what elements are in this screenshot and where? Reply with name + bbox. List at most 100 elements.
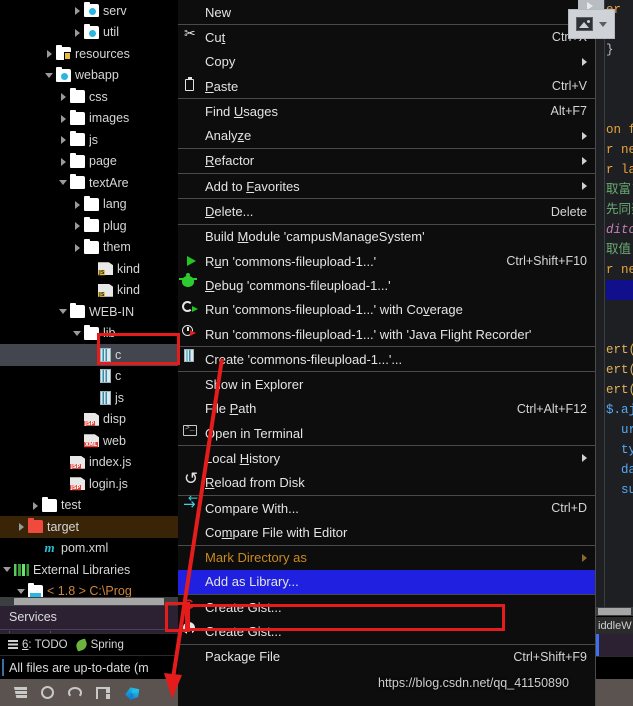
menu-item-create-commons-fileupload-1[interactable]: Create 'commons-fileupload-1...'... [178, 347, 595, 371]
chevron-right-icon[interactable] [16, 521, 27, 532]
menu-item-copy[interactable]: Copy [178, 50, 595, 74]
editor-line-row[interactable]: ert( [606, 360, 633, 380]
project-tree[interactable]: serv util resources webapp css images js page te… [0, 0, 178, 600]
chevron-down-icon[interactable] [58, 306, 69, 317]
menu-item-delete[interactable]: Delete... Delete [178, 199, 595, 223]
menu-item-build-module-campusmanagesystem[interactable]: Build Module 'campusManageSystem' [178, 225, 595, 249]
tree-item-disp[interactable]: JSP disp [0, 409, 178, 431]
tree-item-webapp[interactable]: webapp [0, 65, 178, 87]
tree-item-index-js[interactable]: JSP index.js [0, 452, 178, 474]
tree-item-pom-xml[interactable]: m pom.xml [0, 538, 178, 560]
chevron-right-icon[interactable] [72, 199, 83, 210]
code-editor[interactable]: er}on fr ner la取富フ先同発ditor取值r neert(ert(… [596, 0, 633, 607]
editor-line-row[interactable]: ert( [606, 340, 633, 360]
menu-item-reload-from-disk[interactable]: Reload from Disk [178, 469, 595, 495]
editor-line-row[interactable]: ert( [606, 380, 633, 400]
editor-line-row[interactable]: su [606, 480, 633, 500]
tree-item-serv[interactable]: serv [0, 0, 178, 22]
tree-item-test[interactable]: test [0, 495, 178, 517]
menu-item-refactor[interactable]: Refactor [178, 149, 595, 173]
editor-code-lines[interactable]: er}on fr ner la取富フ先同発ditor取值r neert(ert(… [606, 0, 633, 500]
chevron-right-icon[interactable] [58, 113, 69, 124]
menu-item-find-usages[interactable]: Find Usages Alt+F7 [178, 99, 595, 123]
context-menu[interactable]: New CutCtrl+X Copy Paste Ctrl+V Find Usages Al… [178, 0, 596, 706]
chevron-down-icon[interactable] [16, 586, 27, 597]
task-view-icon[interactable] [96, 686, 110, 699]
editor-line-row[interactable]: 取富フ [606, 180, 633, 200]
editor-line-row[interactable]: ty [606, 440, 633, 460]
menu-item-package-file[interactable]: Package File Ctrl+Shift+F9 [178, 645, 595, 669]
tool-window-todo[interactable]: 6: TODO [8, 639, 68, 651]
chevron-right-icon[interactable] [30, 500, 41, 511]
editor-line-row[interactable]: r la [606, 160, 633, 180]
tree-item-kind[interactable]: JS kind [0, 280, 178, 302]
tree-item-lang[interactable]: lang [0, 194, 178, 216]
search-icon[interactable] [41, 686, 54, 699]
menu-item-local-history[interactable]: Local History [178, 446, 595, 470]
menu-item-analyze[interactable]: Analyze [178, 123, 595, 147]
chevron-right-icon[interactable] [72, 220, 83, 231]
tree-item-js[interactable]: js [0, 387, 178, 409]
tree-item-textare[interactable]: textAre [0, 172, 178, 194]
tool-window-spring[interactable]: Spring [74, 637, 124, 652]
editor-line-row[interactable] [606, 60, 633, 80]
chevron-down-icon[interactable] [2, 564, 13, 575]
editor-horizontal-scrollbar[interactable] [596, 607, 633, 616]
tree-item-util[interactable]: util [0, 22, 178, 44]
bottom-tool-window-bar[interactable]: 6: TODO Spring [0, 633, 178, 655]
menu-item-add-as-library[interactable]: Add as Library... [178, 569, 595, 595]
menu-item-new[interactable]: New [178, 0, 595, 24]
editor-line-row[interactable]: r ne [606, 140, 633, 160]
start-icon[interactable] [14, 687, 27, 698]
chevron-right-icon[interactable] [58, 134, 69, 145]
editor-line-row[interactable]: 先同発 [606, 200, 633, 220]
menu-item-mark-directory-as[interactable]: Mark Directory as [178, 546, 595, 570]
chevron-down-icon[interactable] [72, 328, 83, 339]
chevron-down-icon[interactable] [58, 177, 69, 188]
chevron-down-icon[interactable] [44, 70, 55, 81]
image-preview-widget[interactable] [568, 9, 615, 39]
tree-item-plug[interactable]: plug [0, 215, 178, 237]
editor-line-row[interactable] [606, 100, 633, 120]
editor-line-row[interactable]: 取值 [606, 240, 633, 260]
tree-item-c[interactable]: c [0, 344, 178, 366]
editor-line-row[interactable] [606, 280, 633, 300]
editor-line-row[interactable]: ur [606, 420, 633, 440]
tree-item-external-libraries[interactable]: External Libraries [0, 559, 178, 581]
chevron-right-icon[interactable] [44, 48, 55, 59]
tree-item-login-js[interactable]: JSP login.js [0, 473, 178, 495]
editor-line-row[interactable]: da [606, 460, 633, 480]
menu-item-compare-with[interactable]: Compare With... Ctrl+D [178, 491, 595, 520]
editor-line-row[interactable]: $.aj [606, 400, 633, 420]
menu-item-cut[interactable]: CutCtrl+X [178, 25, 595, 49]
windows-taskbar[interactable] [0, 679, 178, 706]
tree-item-js[interactable]: js [0, 129, 178, 151]
edge-icon[interactable] [125, 687, 140, 700]
editor-line-row[interactable]: r ne [606, 260, 633, 280]
chevron-right-icon[interactable] [72, 27, 83, 38]
editor-line-row[interactable] [606, 80, 633, 100]
menu-item-run-commons-fileupload-1[interactable]: Run 'commons-fileupload-1...' Ctrl+Shift+… [178, 249, 595, 273]
tree-item-them[interactable]: them [0, 237, 178, 259]
menu-item-file-path[interactable]: File Path Ctrl+Alt+F12 [178, 397, 595, 421]
menu-item-run-commons-fileupload-1-with-java-fligh[interactable]: Run 'commons-fileupload-1...' with 'Java… [178, 322, 595, 346]
editor-line-row[interactable] [606, 320, 633, 340]
chevron-right-icon[interactable] [72, 5, 83, 16]
editor-line-row[interactable] [606, 300, 633, 320]
tree-item-target[interactable]: target [0, 516, 178, 538]
chevron-right-icon[interactable] [58, 91, 69, 102]
menu-item-create-gist[interactable]: G Create Gist... [178, 595, 595, 619]
chevron-right-icon[interactable] [58, 156, 69, 167]
menu-item-show-in-explorer[interactable]: Show in Explorer [178, 372, 595, 396]
editor-line-row[interactable]: on f [606, 120, 633, 140]
menu-item-paste[interactable]: Paste Ctrl+V [178, 74, 595, 98]
editor-line-row[interactable]: } [606, 40, 633, 60]
menu-item-open-in-terminal[interactable]: Open in Terminal [178, 421, 595, 445]
menu-item-create-gist[interactable]: Create Gist... [178, 619, 595, 643]
tree-item-lib[interactable]: lib [0, 323, 178, 345]
menu-item-debug-commons-fileupload-1[interactable]: Debug 'commons-fileupload-1...' [178, 273, 595, 297]
tree-item-images[interactable]: images [0, 108, 178, 130]
chevron-down-icon[interactable] [599, 21, 607, 27]
tree-item-c[interactable]: c [0, 366, 178, 388]
image-icon[interactable] [576, 17, 593, 31]
